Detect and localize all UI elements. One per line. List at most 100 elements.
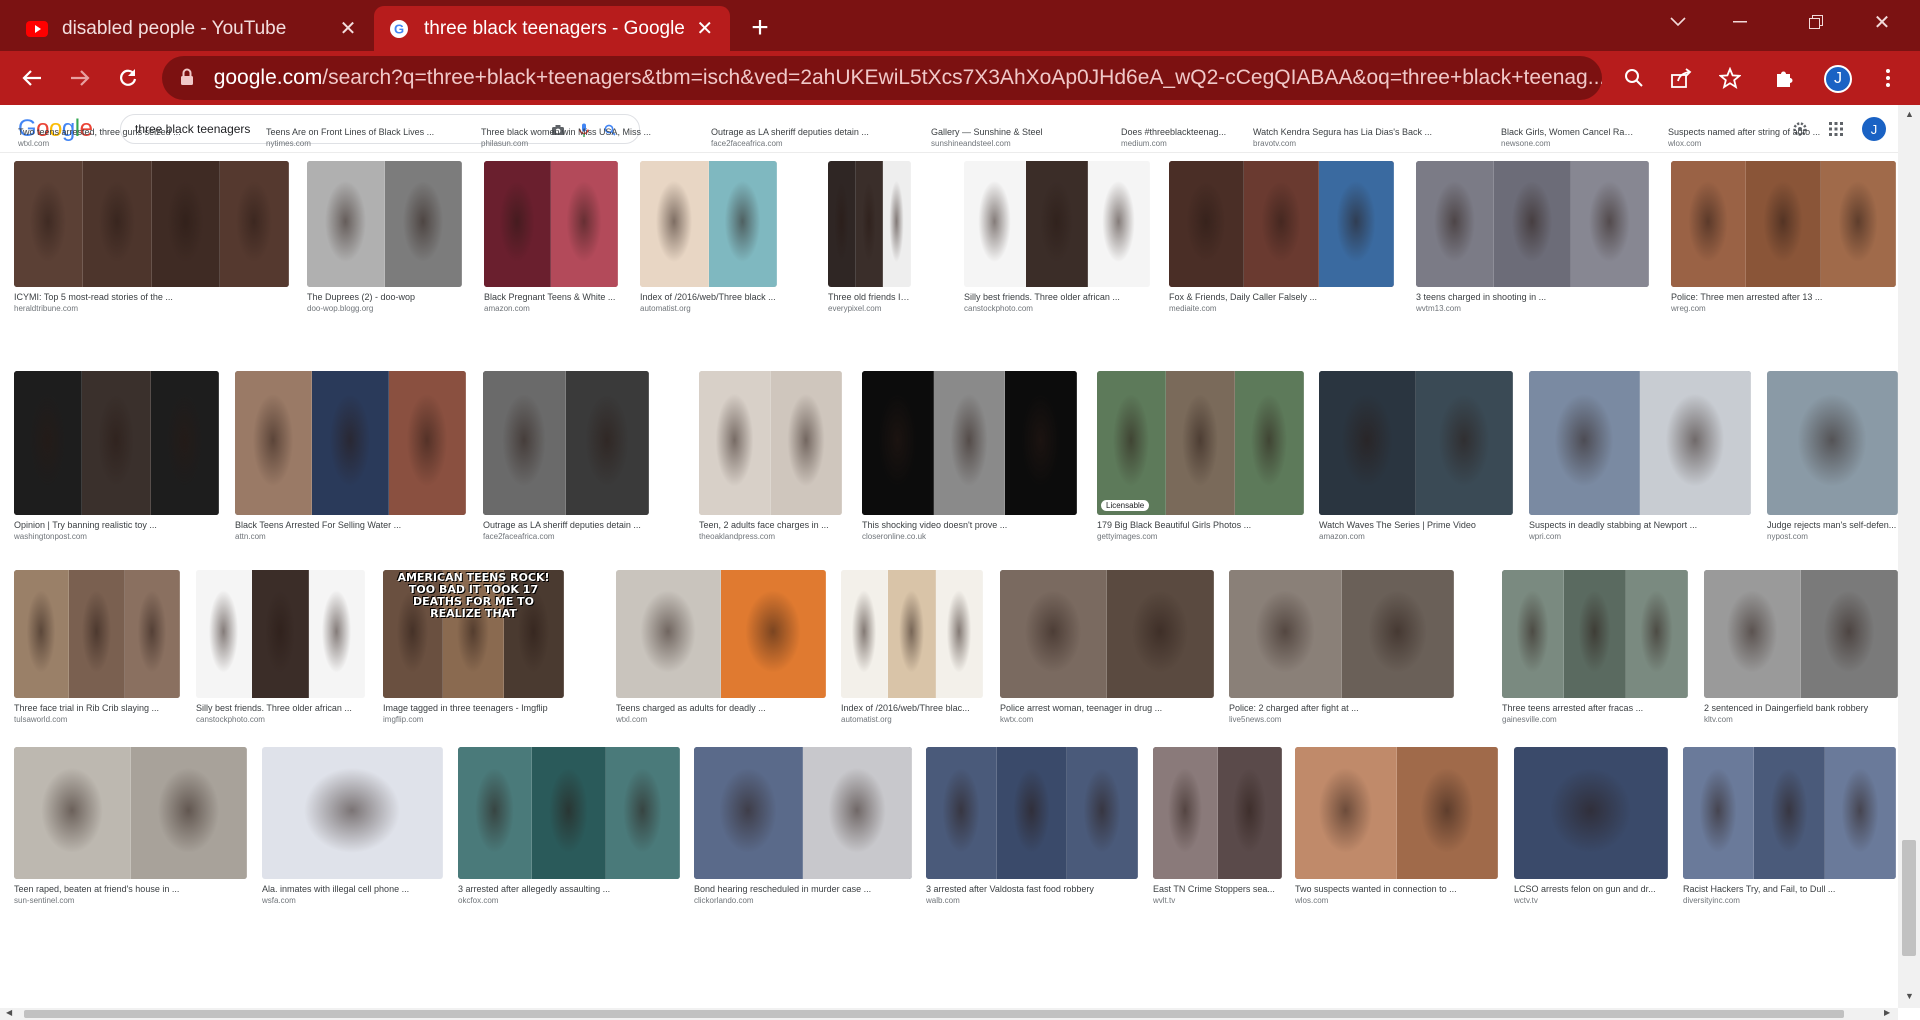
close-window-button[interactable]: ✕ [1852,4,1912,40]
lock-icon[interactable] [180,68,200,88]
result-source[interactable]: wlos.com [1295,895,1498,906]
result-thumbnail[interactable] [1153,747,1282,879]
image-result[interactable]: Outrage as LA sheriff deputies detain ..… [711,122,917,149]
result-source[interactable]: face2faceafrica.com [711,138,917,149]
result-source[interactable]: automatist.org [841,714,983,725]
result-thumbnail[interactable] [483,371,649,515]
result-source[interactable]: washingtonpost.com [14,531,219,542]
result-thumbnail[interactable] [1671,161,1896,287]
browser-menu-icon[interactable] [1870,60,1906,96]
result-source[interactable]: okcfox.com [458,895,680,906]
image-result[interactable]: Teen raped, beaten at friend's house in … [14,747,247,906]
image-result[interactable]: Teen, 2 adults face charges in ... theoak… [699,371,842,542]
result-thumbnail[interactable] [1229,570,1454,698]
result-source[interactable]: gainesville.com [1502,714,1688,725]
result-caption[interactable]: Fox & Friends, Daily Caller Falsely ... [1169,291,1394,303]
image-result[interactable]: Bond hearing rescheduled in murder case … [694,747,912,906]
result-source[interactable]: canstockphoto.com [196,714,365,725]
result-source[interactable]: face2faceafrica.com [483,531,649,542]
image-result[interactable]: East TN Crime Stoppers sea... wvlt.tv [1153,747,1282,906]
image-result[interactable]: Fox & Friends, Daily Caller Falsely ... m… [1169,161,1394,314]
result-source[interactable]: diversityinc.com [1683,895,1896,906]
result-source[interactable]: sun-sentinel.com [14,895,247,906]
image-result[interactable]: Two teens arrested, three guns seized ..… [18,122,258,149]
result-caption[interactable]: Suspects in deadly stabbing at Newport .… [1529,519,1751,531]
result-thumbnail[interactable] [699,371,842,515]
result-caption[interactable]: Black Girls, Women Cancel Racist ... [1501,126,1636,138]
result-source[interactable]: heraldtribune.com [14,303,289,314]
result-source[interactable]: philasun.com [481,138,694,149]
image-result[interactable]: Does #threeblackteenag... medium.com [1121,122,1249,149]
result-caption[interactable]: Black Pregnant Teens & White ... [484,291,618,303]
result-thumbnail[interactable] [1704,570,1898,698]
result-source[interactable]: walb.com [926,895,1138,906]
image-result[interactable]: Police arrest woman, teenager in drug ..… [1000,570,1214,725]
close-tab-icon[interactable]: ✕ [694,17,717,41]
image-result[interactable]: The Duprees (2) - doo-wop doo-wop.blogg.o… [307,161,462,314]
result-caption[interactable]: Watch Waves The Series | Prime Video [1319,519,1513,531]
result-caption[interactable]: Teens charged as adults for deadly ... [616,702,826,714]
image-result[interactable]: Black Girls, Women Cancel Racist ... news… [1501,122,1636,149]
result-source[interactable]: wlox.com [1668,138,1880,149]
result-caption[interactable]: Ala. inmates with illegal cell phone ... [262,883,443,895]
scroll-left-arrow-icon[interactable]: ◀ [6,1008,12,1017]
image-result[interactable]: Outrage as LA sheriff deputies detain ..… [483,371,649,542]
result-thumbnail[interactable] [1169,161,1394,287]
result-caption[interactable]: 179 Big Black Beautiful Girls Photos ... [1097,519,1304,531]
result-caption[interactable]: Black Teens Arrested For Selling Water .… [235,519,466,531]
result-thumbnail[interactable] [307,161,462,287]
result-caption[interactable]: Image tagged in three teenagers - Imgfli… [383,702,564,714]
result-caption[interactable]: Outrage as LA sheriff deputies detain ..… [483,519,649,531]
result-source[interactable]: medium.com [1121,138,1249,149]
image-result[interactable]: Teens Are on Front Lines of Black Lives … [266,122,466,149]
result-thumbnail[interactable] [616,570,826,698]
result-caption[interactable]: East TN Crime Stoppers sea... [1153,883,1282,895]
scroll-down-arrow-icon[interactable]: ▼ [1905,991,1914,1001]
result-thumbnail[interactable] [1319,371,1513,515]
result-caption[interactable]: 3 arrested after Valdosta fast food robb… [926,883,1138,895]
reload-button[interactable] [110,60,146,96]
result-thumbnail[interactable] [694,747,912,879]
image-result[interactable]: Black Pregnant Teens & White ... amazon.c… [484,161,618,314]
result-caption[interactable]: Two teens arrested, three guns seized ..… [18,126,258,138]
image-result[interactable]: Silly best friends. Three older african … [196,570,365,725]
result-caption[interactable]: Three old friends Images -... [828,291,911,303]
result-thumbnail[interactable] [1000,570,1214,698]
image-result[interactable]: Two suspects wanted in connection to ...… [1295,747,1498,906]
result-thumbnail[interactable] [14,747,247,879]
result-thumbnail[interactable] [841,570,983,698]
image-result[interactable]: Police: 2 charged after fight at ... live… [1229,570,1454,725]
result-caption[interactable]: Teen raped, beaten at friend's house in … [14,883,247,895]
result-source[interactable]: amazon.com [1319,531,1513,542]
result-caption[interactable]: Three black women win Miss USA, Miss ... [481,126,694,138]
result-caption[interactable]: Three face trial in Rib Crib slaying ... [14,702,180,714]
image-result[interactable]: Opinion | Try banning realistic toy ... w… [14,371,219,542]
result-thumbnail[interactable] [458,747,680,879]
result-caption[interactable]: Teen, 2 adults face charges in ... [699,519,842,531]
tab-search-chevron-icon[interactable] [1648,4,1708,40]
image-result[interactable]: Suspects named after string of auto ... w… [1668,122,1880,149]
browser-profile-avatar[interactable]: J [1824,65,1852,93]
share-icon[interactable] [1664,60,1700,96]
result-source[interactable]: gettyimages.com [1097,531,1304,542]
result-thumbnail[interactable] [14,570,180,698]
result-caption[interactable]: LCSO arrests felon on gun and dr... [1514,883,1668,895]
image-result[interactable]: Index of /2016/web/Three blac... automati… [841,570,983,725]
image-result[interactable]: LCSO arrests felon on gun and dr... wctv.… [1514,747,1668,906]
result-caption[interactable]: 2 sentenced in Daingerfield bank robbery [1704,702,1898,714]
result-source[interactable]: kwtx.com [1000,714,1214,725]
result-caption[interactable]: Three teens arrested after fracas ... [1502,702,1688,714]
image-result[interactable]: This shocking video doesn't prove ... clo… [862,371,1077,542]
back-button[interactable] [14,60,50,96]
minimize-button[interactable] [1710,4,1770,40]
image-result[interactable]: Silly best friends. Three older african … [964,161,1150,314]
forward-button[interactable] [62,60,98,96]
result-caption[interactable]: ICYMI: Top 5 most-read stories of the ..… [14,291,289,303]
result-source[interactable]: live5news.com [1229,714,1454,725]
result-source[interactable]: canstockphoto.com [964,303,1150,314]
scroll-right-arrow-icon[interactable]: ▶ [1884,1008,1890,1017]
tab-youtube[interactable]: disabled people - YouTube ✕ [12,6,374,51]
result-source[interactable]: attn.com [235,531,466,542]
result-source[interactable]: wctv.tv [1514,895,1668,906]
image-result[interactable]: Three old friends Images -...everypixel.… [828,161,911,314]
